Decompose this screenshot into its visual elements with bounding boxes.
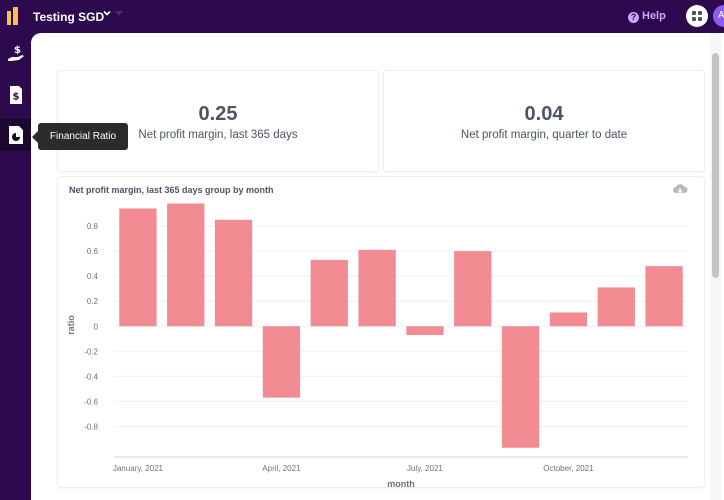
svg-text:$: $ <box>13 92 20 103</box>
chart-bar <box>645 266 683 327</box>
kpi-value: 0.04 <box>524 103 564 125</box>
chart-bar <box>358 249 396 327</box>
y-tick-label: 0.6 <box>87 247 99 256</box>
chart-bar <box>310 259 348 327</box>
chart-bar <box>214 219 253 327</box>
y-tick-label: -0.4 <box>84 372 98 381</box>
y-tick-label: -0.2 <box>84 347 98 356</box>
y-tick-label: -0.8 <box>84 422 98 431</box>
sidebar-tooltip: Financial Ratio <box>32 123 128 150</box>
kpi-card-last-365-days: 0.25 Net profit margin, last 365 days <box>57 70 379 172</box>
chart-bar <box>167 203 205 327</box>
y-tick-label: 0.4 <box>87 272 99 281</box>
hand-dollar-icon: $ <box>8 45 24 61</box>
company-name[interactable]: Testing SGD <box>33 10 104 24</box>
y-axis-title: ratio <box>66 315 76 335</box>
x-tick-label: January, 2021 <box>113 464 164 473</box>
chart-bar <box>597 287 635 327</box>
x-tick-label: October, 2021 <box>543 464 594 473</box>
chart-bar <box>501 326 540 448</box>
y-tick-label: 0 <box>94 322 99 331</box>
chart-bar <box>119 208 157 327</box>
x-tick-label: April, 2021 <box>262 464 301 473</box>
y-tick-label: -0.6 <box>84 397 98 406</box>
help-label: Help <box>642 10 666 22</box>
main-content: 0.25 Net profit margin, last 365 days 0.… <box>31 33 724 500</box>
kpi-card-quarter-to-date: 0.04 Net profit margin, quarter to date <box>383 70 705 172</box>
svg-text:$: $ <box>14 45 21 56</box>
scrollbar-thumb[interactable] <box>712 53 719 278</box>
y-tick-label: 0.2 <box>87 297 99 306</box>
avatar[interactable]: A <box>713 5 724 27</box>
apps-button[interactable] <box>686 5 708 27</box>
bar-chart: 0.8 0.6 0.4 0.2 0 -0.2 -0.4 -0.6 -0.8 January, 20… <box>66 203 688 489</box>
sidebar-item-financial-ratio[interactable] <box>0 119 31 151</box>
dollar-document-icon: $ <box>10 86 22 104</box>
x-axis-title: month <box>387 479 415 489</box>
pie-chart-document-icon <box>9 126 23 144</box>
kpi-label: Net profit margin, quarter to date <box>460 129 628 141</box>
app-logo[interactable] <box>7 7 19 25</box>
caret-down-icon[interactable] <box>115 11 123 16</box>
chart-bar <box>262 326 301 398</box>
question-icon: ? <box>628 12 639 23</box>
sidebar-item-dollar-document[interactable]: $ <box>0 79 31 111</box>
x-tick-label: July, 2021 <box>407 464 443 473</box>
y-tick-label: 0.8 <box>87 222 99 231</box>
chart-bar <box>406 326 444 336</box>
sidebar-item-hand-dollar[interactable]: $ <box>0 38 31 70</box>
top-bar: Testing SGD ? Help A <box>0 0 724 33</box>
help-link[interactable]: ? Help <box>628 10 666 23</box>
chart-bar <box>454 251 492 327</box>
chart-card: Net profit margin, last 365 days group b… <box>57 176 705 489</box>
chevron-down-icon[interactable] <box>102 8 112 21</box>
chart-bar <box>549 312 588 327</box>
sidebar: $ $ <box>0 33 31 500</box>
